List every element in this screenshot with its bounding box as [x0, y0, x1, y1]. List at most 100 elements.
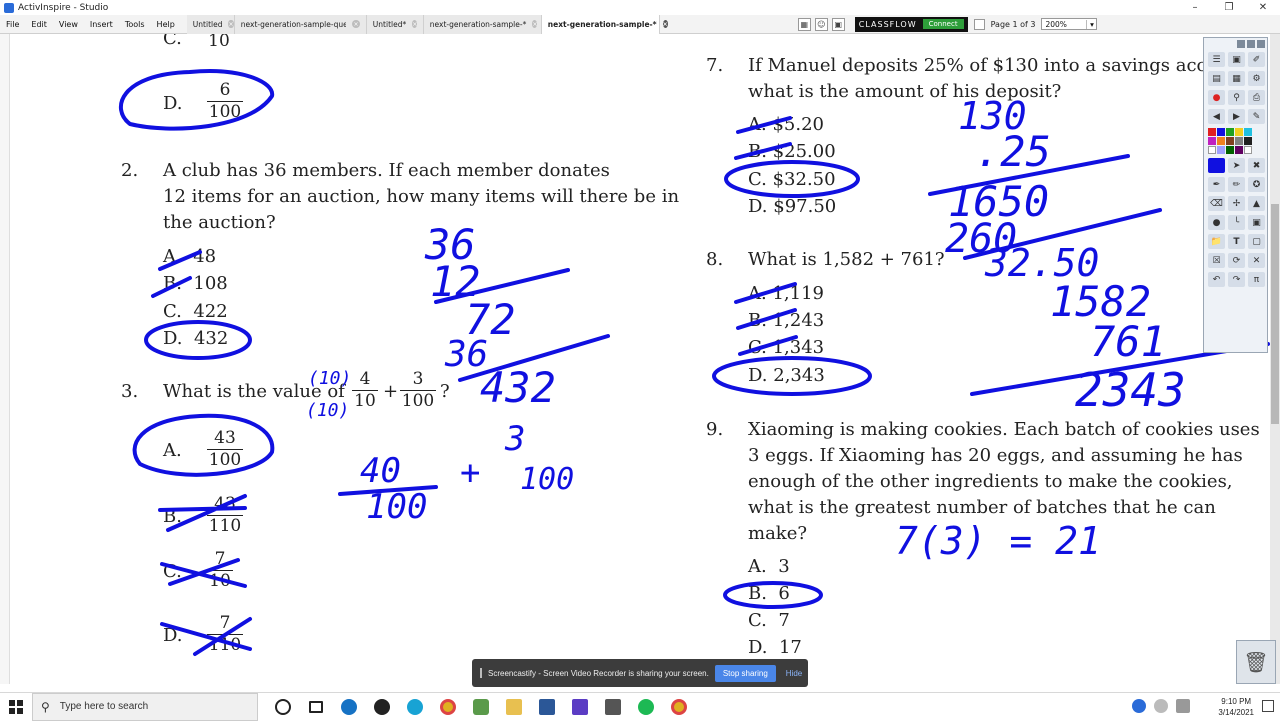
record-icon[interactable]: ●	[1208, 90, 1225, 105]
minimize-button[interactable]: –	[1178, 0, 1212, 15]
camera-icon[interactable]: ▣	[1248, 215, 1265, 230]
scrollbar-thumb[interactable]	[1271, 204, 1279, 424]
toolbox-close-icon[interactable]	[1257, 40, 1265, 48]
toolbox-menu-icon[interactable]	[1237, 40, 1245, 48]
magic-eraser-icon[interactable]: ✢	[1228, 196, 1245, 211]
tab-untitled-modified[interactable]: Untitled* ×	[366, 14, 424, 34]
amazon-icon[interactable]	[365, 693, 398, 721]
color-swatch-darkgreen[interactable]	[1226, 146, 1234, 154]
drag-handle-icon[interactable]	[480, 668, 482, 678]
taskbar-search[interactable]: ⚲ Type here to search	[32, 692, 258, 721]
tab-close-icon[interactable]: ×	[352, 20, 360, 28]
menu-file[interactable]: File	[0, 20, 25, 29]
magic-ink-icon[interactable]: ✪	[1248, 177, 1265, 192]
volume-icon[interactable]	[1154, 699, 1168, 713]
shape-icon[interactable]: ●	[1208, 215, 1225, 230]
layout-icon[interactable]: ▦	[797, 17, 811, 31]
tab-close-icon[interactable]: ×	[228, 20, 234, 28]
color-swatch-green[interactable]	[1226, 128, 1234, 136]
print-icon[interactable]: ⎙	[1248, 90, 1265, 105]
select-icon[interactable]: ➤	[1228, 158, 1245, 173]
trash-can-icon[interactable]: 🗑	[1236, 640, 1276, 684]
connector-icon[interactable]: ╰	[1228, 215, 1245, 230]
zoom-select[interactable]: 200% ▾	[1041, 18, 1098, 30]
menu-help[interactable]: Help	[151, 20, 181, 29]
menu-edit[interactable]: Edit	[25, 20, 53, 29]
color-swatch-brown[interactable]	[1226, 137, 1234, 145]
desktop-annotate-icon[interactable]: ✎	[1248, 109, 1265, 124]
color-swatch-white[interactable]	[1208, 146, 1216, 154]
task-view-icon[interactable]	[299, 693, 332, 721]
spotify-icon[interactable]	[629, 693, 662, 721]
property-icon[interactable]: ⚙	[1248, 71, 1265, 86]
color-swatch-purple[interactable]	[1235, 146, 1243, 154]
color-swatch-red[interactable]	[1208, 128, 1216, 136]
edge-icon[interactable]	[332, 693, 365, 721]
toolbox-pin-icon[interactable]	[1247, 40, 1255, 48]
mail-icon[interactable]	[530, 693, 563, 721]
start-button[interactable]	[0, 693, 32, 721]
restore-button[interactable]: ❐	[1212, 0, 1246, 15]
notification-icon[interactable]	[1262, 700, 1274, 712]
menu-insert[interactable]: Insert	[84, 20, 119, 29]
tab-close-icon[interactable]: ×	[412, 20, 418, 28]
menu-view[interactable]: View	[53, 20, 84, 29]
battery-icon[interactable]	[1176, 699, 1190, 713]
hide-button[interactable]: Hide	[786, 669, 802, 678]
flipchart-icon[interactable]: ▤	[1208, 71, 1225, 86]
resources-icon[interactable]: ▦	[1228, 71, 1245, 86]
classflow-connect-button[interactable]: Connect	[922, 19, 964, 29]
tab-next-generation-sample-active[interactable]: next-generation-sample-* ×	[541, 14, 668, 34]
brush-tool-icon[interactable]: ✐	[1248, 52, 1265, 67]
ruler-icon[interactable]: ▢	[1248, 234, 1265, 249]
color-swatch-magenta[interactable]	[1208, 137, 1216, 145]
next-page-icon[interactable]: ▶	[1228, 109, 1245, 124]
chrome-icon[interactable]	[431, 693, 464, 721]
color-swatch-orange[interactable]	[1217, 137, 1225, 145]
color-swatch-cyan[interactable]	[1244, 128, 1252, 136]
color-swatch-yellow[interactable]	[1235, 128, 1243, 136]
app-icon-green[interactable]	[464, 693, 497, 721]
undo-icon[interactable]: ↶	[1208, 272, 1225, 287]
zoom-icon[interactable]: ⚲	[1228, 90, 1245, 105]
main-menu-icon[interactable]: ☰	[1208, 52, 1225, 67]
pen-icon[interactable]: ✒	[1208, 177, 1225, 192]
reset-icon[interactable]: ⟳	[1228, 253, 1245, 268]
cortana-icon[interactable]	[266, 693, 299, 721]
chevron-down-icon[interactable]: ▾	[1086, 19, 1096, 29]
vertical-scrollbar[interactable]	[1270, 34, 1280, 684]
fill-icon[interactable]: ▲	[1248, 196, 1265, 211]
math-tool-icon[interactable]: π	[1248, 272, 1265, 287]
close-button[interactable]: ✕	[1246, 0, 1280, 15]
close-tool-icon[interactable]: ✕	[1248, 253, 1265, 268]
eraser-icon[interactable]: ⌫	[1208, 196, 1225, 211]
edge-chromium-icon[interactable]	[398, 693, 431, 721]
dual-user-icon[interactable]: ☺	[814, 17, 828, 31]
menu-tools[interactable]: Tools	[119, 20, 151, 29]
pen-width-icon[interactable]	[1208, 158, 1225, 173]
fill-bucket-icon[interactable]: ☒	[1208, 253, 1225, 268]
network-icon[interactable]	[1132, 699, 1146, 713]
tab-next-generation-questions[interactable]: next-generation-sample-questions-… ×	[234, 14, 367, 34]
clear-icon[interactable]: ✖	[1248, 158, 1265, 173]
previous-page-icon[interactable]: ◀	[1208, 109, 1225, 124]
tab-close-icon[interactable]: ×	[532, 20, 538, 28]
flipchart-canvas[interactable]: C. 10 D. 6 100 2. A club has 36 members. …	[0, 34, 1270, 684]
calendar-icon[interactable]	[563, 693, 596, 721]
tab-close-icon[interactable]: ×	[662, 20, 668, 28]
tab-next-generation-sample[interactable]: next-generation-sample-* ×	[423, 14, 542, 34]
color-swatch-gray[interactable]	[1235, 137, 1243, 145]
color-swatch-blue[interactable]	[1217, 128, 1225, 136]
window-icon[interactable]: ▣	[831, 17, 845, 31]
color-swatch-black[interactable]	[1244, 137, 1252, 145]
clock[interactable]: 9:10 PM 3/14/2021	[1218, 696, 1254, 718]
tab-untitled[interactable]: Untitled ×	[186, 14, 235, 34]
chrome-icon-2[interactable]	[662, 693, 695, 721]
folder-icon[interactable]: 📁	[1208, 234, 1225, 249]
redo-icon[interactable]: ↷	[1228, 272, 1245, 287]
browser-icon[interactable]: ▣	[1228, 52, 1245, 67]
color-swatch-lavender[interactable]	[1217, 146, 1225, 154]
file-explorer-icon[interactable]	[497, 693, 530, 721]
activinspire-icon[interactable]	[596, 693, 629, 721]
text-tool-icon[interactable]: T	[1228, 234, 1245, 249]
